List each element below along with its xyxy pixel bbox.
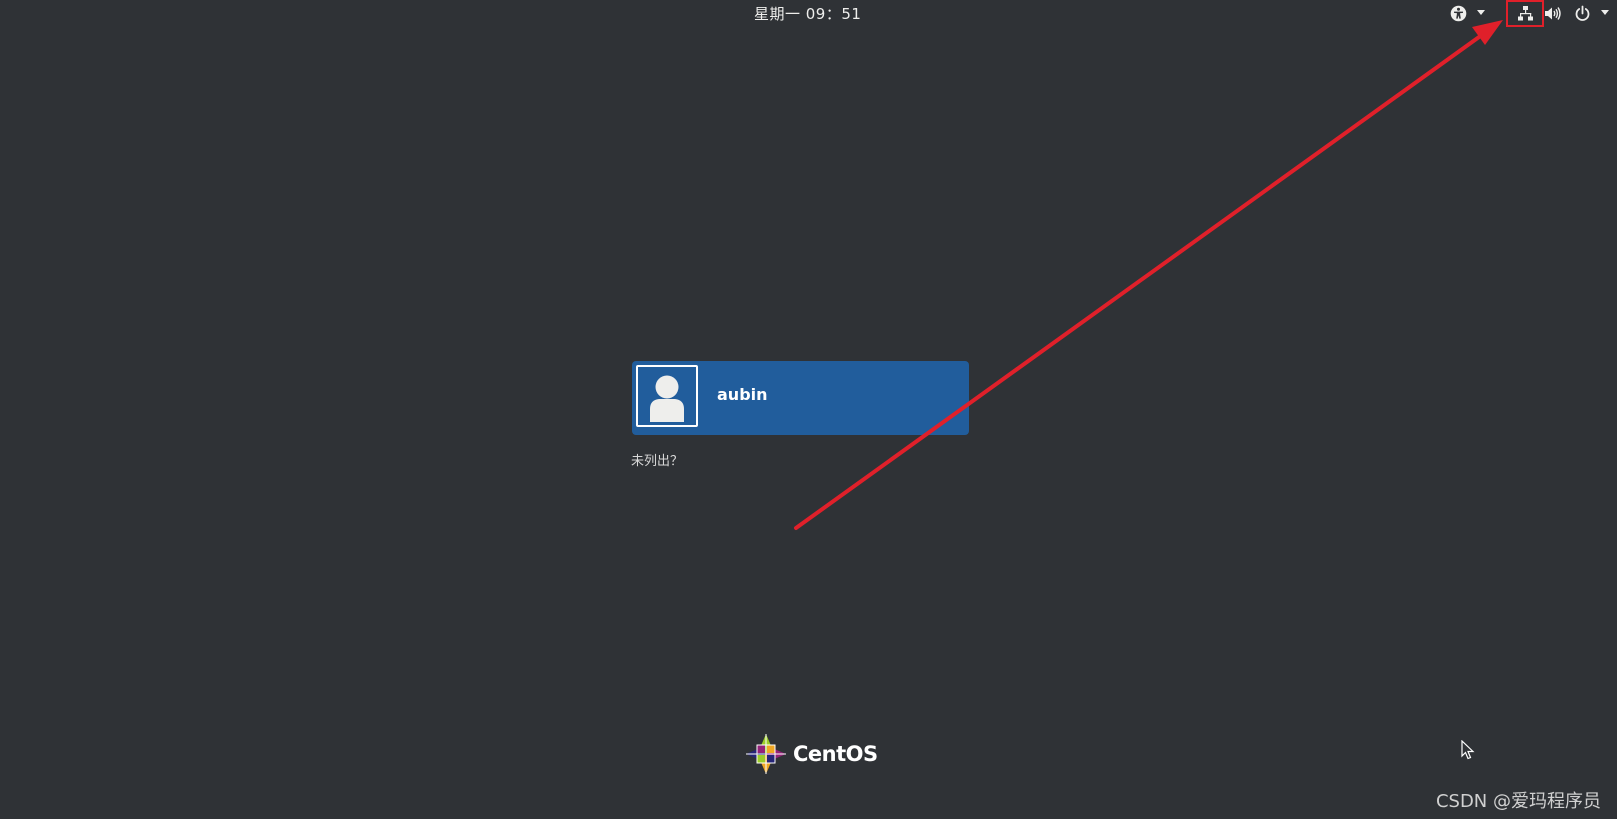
clock[interactable]: 星期一 09：51: [754, 3, 861, 24]
top-bar: 星期一 09：51: [0, 0, 1617, 27]
centos-logo-icon: [746, 734, 786, 774]
accessibility-icon[interactable]: [1449, 4, 1467, 22]
volume-icon[interactable]: [1544, 4, 1562, 22]
not-listed-link[interactable]: 未列出？: [631, 450, 683, 469]
mouse-cursor-icon: [1461, 739, 1475, 764]
power-icon[interactable]: [1573, 4, 1591, 22]
user-list-item-aubin[interactable]: aubin: [632, 361, 969, 435]
username-label: aubin: [717, 385, 768, 404]
avatar: [636, 365, 698, 427]
logo-text: CentOS: [793, 742, 878, 766]
accessibility-menu-chevron-down-icon[interactable]: [1477, 10, 1485, 15]
user-silhouette-icon: [650, 375, 684, 422]
watermark: CSDN @爱玛程序员: [1435, 791, 1601, 812]
network-icon-highlight-box: [1506, 0, 1544, 27]
centos-logo: CentOS: [745, 733, 878, 775]
login-screen: 星期一 09：51 aubin 未列出？ CentOS CSDN @爱玛程序员: [0, 0, 1617, 819]
power-menu-chevron-down-icon[interactable]: [1601, 10, 1609, 15]
